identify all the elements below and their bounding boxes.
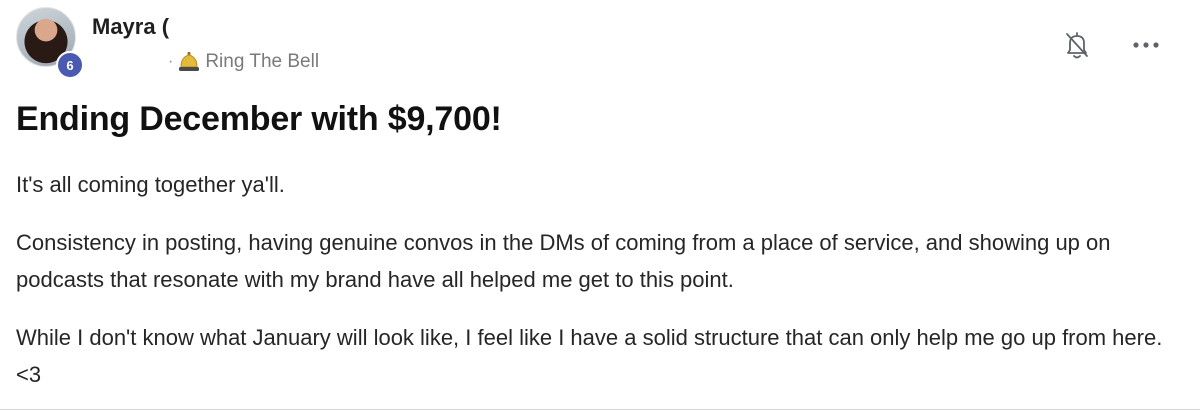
post-card: 6 Mayra ( · Ring The Bell Ending Decembe… bbox=[0, 0, 1200, 410]
post-actions bbox=[1064, 30, 1160, 60]
meta-separator: · bbox=[168, 53, 174, 70]
more-horizontal-icon[interactable] bbox=[1132, 41, 1160, 49]
author-name[interactable]: Mayra ( bbox=[92, 14, 169, 40]
level-badge: 6 bbox=[56, 51, 84, 79]
bell-slash-icon[interactable] bbox=[1064, 30, 1090, 60]
post-paragraph: Consistency in posting, having genuine c… bbox=[16, 230, 1111, 292]
bell-emoji-icon bbox=[177, 51, 201, 73]
post-body: It's all coming together ya'll. Consiste… bbox=[16, 166, 1166, 410]
post-meta: · Ring The Bell bbox=[168, 51, 319, 73]
post-paragraph: While I don't know what January will loo… bbox=[16, 325, 1163, 387]
category-label[interactable]: Ring The Bell bbox=[205, 51, 319, 73]
author-avatar-group[interactable]: 6 bbox=[16, 7, 84, 79]
post-paragraph: It's all coming together ya'll. bbox=[16, 172, 285, 197]
post-title: Ending December with $9,700! bbox=[16, 100, 502, 138]
